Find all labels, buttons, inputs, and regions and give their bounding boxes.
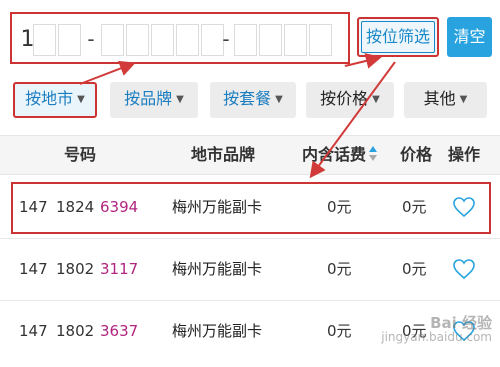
brand-cell: 梅州万能副卡 — [172, 322, 263, 340]
price-cell: 0元 — [402, 260, 427, 278]
number-middle: 1802 — [56, 260, 95, 278]
heart-outline-icon[interactable] — [452, 257, 476, 281]
dropdown-other[interactable]: 其他 ▼ — [404, 82, 487, 118]
number-suffix: 3117 — [100, 260, 139, 278]
highlight-outline — [11, 182, 491, 234]
watermark: Bai 经验 jingyan.baidu.com — [372, 316, 492, 356]
dropdown-label: 按品牌 — [124, 89, 173, 108]
clear-button[interactable]: 清空 — [447, 17, 492, 57]
digit-cell-2[interactable] — [33, 24, 56, 56]
digit-cell-4[interactable] — [101, 24, 124, 56]
table-row[interactable]: 147 1802 3117 梅州万能副卡 0元 0元 — [0, 239, 500, 301]
caret-down-icon: ▼ — [176, 94, 184, 105]
digit-cell-6[interactable] — [151, 24, 174, 56]
watermark-url: jingyan.baidu.com — [381, 330, 492, 344]
number-prefix: 147 — [19, 260, 48, 278]
digit-cell-3[interactable] — [58, 24, 81, 56]
digit-cell-12[interactable] — [309, 24, 332, 56]
caret-down-icon: ▼ — [275, 94, 283, 105]
dropdown-by-plan[interactable]: 按套餐 ▼ — [210, 82, 296, 118]
number-separator: - — [87, 27, 95, 51]
watermark-brand: Bai 经验 — [430, 314, 492, 332]
fee-cell: 0元 — [327, 260, 352, 278]
fee-cell: 0元 — [327, 322, 352, 340]
brand-cell: 梅州万能副卡 — [172, 260, 263, 278]
number-prefix: 147 — [19, 322, 48, 340]
header-brand: 地市品牌 — [190, 145, 255, 164]
dropdown-by-brand[interactable]: 按品牌 ▼ — [110, 82, 198, 118]
digit-cell-7[interactable] — [176, 24, 199, 56]
digit-cell-9[interactable] — [234, 24, 257, 56]
dropdown-label: 按套餐 — [223, 89, 272, 108]
dropdown-label: 按地市 — [25, 89, 74, 108]
sort-icon[interactable] — [369, 146, 379, 164]
caret-down-icon: ▼ — [77, 94, 85, 105]
dropdown-label: 按价格 — [320, 89, 369, 108]
dropdown-by-city[interactable]: 按地市 ▼ — [13, 82, 97, 118]
filter-button-inner-border — [361, 21, 435, 53]
header-number: 号码 — [63, 145, 96, 164]
digit-cell-5[interactable] — [126, 24, 149, 56]
header-action: 操作 — [447, 145, 480, 164]
number-digit-input-group: 1 - - — [10, 12, 350, 64]
dropdown-label: 其他 — [423, 89, 456, 108]
header-price: 价格 — [399, 145, 432, 164]
header-fee[interactable]: 内含话费 — [300, 136, 368, 174]
caret-down-icon: ▼ — [459, 94, 468, 105]
dropdown-by-price[interactable]: 按价格 ▼ — [306, 82, 394, 118]
digit-cell-10[interactable] — [259, 24, 282, 56]
table-header: 号码 地市品牌 内含话费 价格 操作 — [0, 135, 500, 175]
number-suffix: 3637 — [100, 322, 139, 340]
digit-cell-11[interactable] — [284, 24, 307, 56]
number-separator: - — [222, 27, 230, 51]
caret-down-icon: ▼ — [372, 94, 380, 105]
number-middle: 1802 — [56, 322, 95, 340]
